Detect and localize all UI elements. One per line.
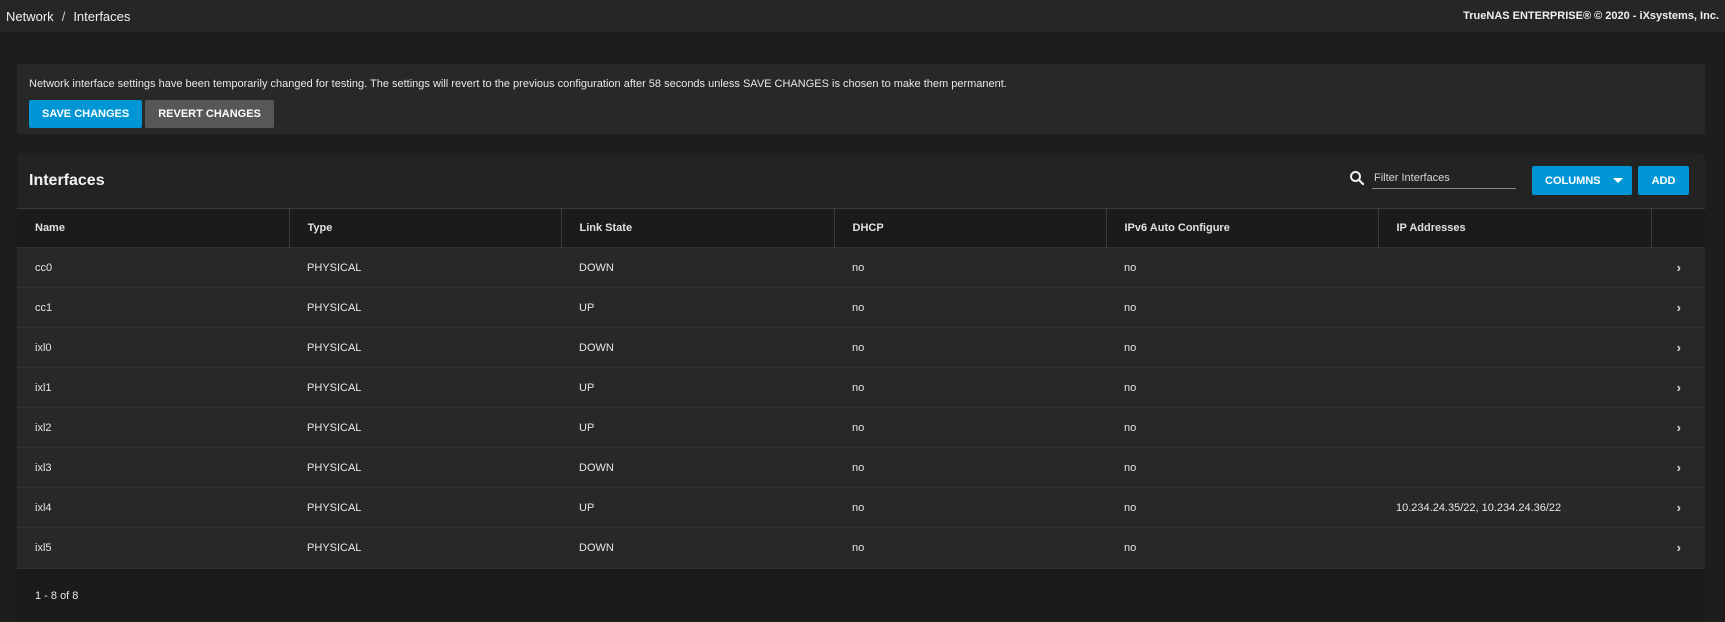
cell-ip-addresses bbox=[1378, 288, 1651, 328]
caret-down-icon bbox=[1613, 178, 1623, 183]
copyright: TrueNAS ENTERPRISE® © 2020 - iXsystems, … bbox=[1463, 10, 1719, 22]
cell-link-state: UP bbox=[579, 421, 595, 434]
pagination-range: 1 - 8 of 8 bbox=[35, 589, 79, 602]
filter bbox=[1348, 167, 1516, 189]
revert-changes-button[interactable]: REVERT CHANGES bbox=[145, 100, 274, 128]
cell-dhcp: no bbox=[852, 341, 865, 354]
cell-ipv6-auto-configure: no bbox=[1124, 501, 1137, 514]
cell-type: PHYSICAL bbox=[307, 341, 362, 354]
cell-ipv6-auto-configure: no bbox=[1124, 421, 1137, 434]
notice-message: Network interface settings have been tem… bbox=[29, 78, 1007, 90]
table-header-row: Name Type Link State DHCP IPv6 Auto Conf… bbox=[17, 208, 1705, 248]
cell-ip-addresses bbox=[1378, 328, 1651, 368]
table-row[interactable]: ixl4 PHYSICAL UP no no 10.234.24.35/22, 10.23… bbox=[17, 487, 1705, 528]
cell-name: ixl4 bbox=[35, 501, 52, 514]
cell-dhcp: no bbox=[852, 421, 865, 434]
cell-ipv6-auto-configure: no bbox=[1124, 541, 1137, 554]
cell-type: PHYSICAL bbox=[307, 261, 362, 274]
cell-ip-addresses bbox=[1378, 408, 1651, 448]
cell-dhcp: no bbox=[852, 501, 865, 514]
breadcrumb-interfaces: Interfaces bbox=[73, 8, 131, 24]
breadcrumb: Network / Interfaces bbox=[6, 9, 130, 24]
cell-link-state: DOWN bbox=[579, 261, 614, 274]
cell-type: PHYSICAL bbox=[307, 541, 362, 554]
cell-name: ixl2 bbox=[35, 421, 52, 434]
cell-dhcp: no bbox=[852, 541, 865, 554]
interfaces-table: Name Type Link State DHCP IPv6 Auto Conf… bbox=[17, 208, 1705, 568]
cell-ip-addresses bbox=[1378, 448, 1651, 488]
cell-ipv6-auto-configure: no bbox=[1124, 461, 1137, 474]
cell-dhcp: no bbox=[852, 381, 865, 394]
cell-ipv6-auto-configure: no bbox=[1124, 341, 1137, 354]
table-row[interactable]: cc1 PHYSICAL UP no no › bbox=[17, 287, 1705, 328]
cell-type: PHYSICAL bbox=[307, 461, 362, 474]
cell-link-state: DOWN bbox=[579, 461, 614, 474]
column-header-link-state[interactable]: Link State bbox=[561, 208, 835, 248]
column-header-dhcp[interactable]: DHCP bbox=[834, 208, 1107, 248]
search-icon bbox=[1350, 171, 1365, 186]
table-footer: 1 - 8 of 8 bbox=[17, 567, 1705, 618]
cell-ip-addresses bbox=[1378, 368, 1651, 408]
cell-ipv6-auto-configure: no bbox=[1124, 301, 1137, 314]
chevron-right-icon[interactable]: › bbox=[1651, 448, 1705, 488]
cell-link-state: UP bbox=[579, 381, 595, 394]
column-header-ipv6-auto-configure[interactable]: IPv6 Auto Configure bbox=[1106, 208, 1379, 248]
table-row[interactable]: ixl5 PHYSICAL DOWN no no › bbox=[17, 527, 1705, 568]
cell-dhcp: no bbox=[852, 261, 865, 274]
cell-dhcp: no bbox=[852, 301, 865, 314]
columns-button[interactable]: COLUMNS bbox=[1532, 166, 1632, 195]
chevron-right-icon[interactable]: › bbox=[1651, 408, 1705, 448]
chevron-right-icon[interactable]: › bbox=[1651, 328, 1705, 368]
cell-link-state: UP bbox=[579, 301, 595, 314]
column-header-type[interactable]: Type bbox=[289, 208, 562, 248]
cell-link-state: UP bbox=[579, 501, 595, 514]
cell-name: cc1 bbox=[35, 301, 53, 314]
cell-type: PHYSICAL bbox=[307, 421, 362, 434]
card-title: Interfaces bbox=[29, 171, 105, 189]
columns-label: COLUMNS bbox=[1545, 174, 1601, 187]
cell-ipv6-auto-configure: no bbox=[1124, 261, 1137, 274]
column-header-expand bbox=[1651, 209, 1705, 248]
table-row[interactable]: ixl2 PHYSICAL UP no no › bbox=[17, 407, 1705, 448]
add-button[interactable]: ADD bbox=[1638, 166, 1689, 195]
column-header-name[interactable]: Name bbox=[17, 208, 290, 248]
cell-link-state: DOWN bbox=[579, 541, 614, 554]
cell-ip-addresses bbox=[1378, 528, 1651, 568]
cell-ip-addresses bbox=[1378, 248, 1651, 288]
table-row[interactable]: ixl0 PHYSICAL DOWN no no › bbox=[17, 327, 1705, 368]
table-row[interactable]: cc0 PHYSICAL DOWN no no › bbox=[17, 247, 1705, 288]
cell-type: PHYSICAL bbox=[307, 301, 362, 314]
table-row[interactable]: ixl3 PHYSICAL DOWN no no › bbox=[17, 447, 1705, 488]
cell-name: ixl5 bbox=[35, 541, 52, 554]
chevron-right-icon[interactable]: › bbox=[1651, 368, 1705, 408]
cell-name: cc0 bbox=[35, 261, 53, 274]
chevron-right-icon[interactable]: › bbox=[1651, 488, 1705, 528]
breadcrumb-separator: / bbox=[61, 8, 66, 24]
cell-name: ixl1 bbox=[35, 381, 52, 394]
interfaces-card: Interfaces COLUMNS ADD Name Type Link St… bbox=[17, 153, 1705, 618]
cell-link-state: DOWN bbox=[579, 341, 614, 354]
filter-interfaces-input[interactable] bbox=[1372, 167, 1516, 189]
chevron-right-icon[interactable]: › bbox=[1651, 288, 1705, 328]
cell-type: PHYSICAL bbox=[307, 501, 362, 514]
column-header-ip-addresses[interactable]: IP Addresses bbox=[1378, 208, 1652, 248]
chevron-right-icon[interactable]: › bbox=[1651, 248, 1705, 288]
top-bar: Network / Interfaces TrueNAS ENTERPRISE®… bbox=[0, 0, 1725, 32]
chevron-right-icon[interactable]: › bbox=[1651, 528, 1705, 568]
cell-type: PHYSICAL bbox=[307, 381, 362, 394]
cell-ipv6-auto-configure: no bbox=[1124, 381, 1137, 394]
table-row[interactable]: ixl1 PHYSICAL UP no no › bbox=[17, 367, 1705, 408]
breadcrumb-network[interactable]: Network bbox=[6, 9, 54, 24]
cell-ip-addresses: 10.234.24.35/22, 10.234.24.36/22 bbox=[1396, 501, 1562, 514]
save-changes-button[interactable]: SAVE CHANGES bbox=[29, 100, 143, 128]
test-changes-notice: Network interface settings have been tem… bbox=[17, 64, 1705, 134]
cell-name: ixl0 bbox=[35, 341, 52, 354]
cell-dhcp: no bbox=[852, 461, 865, 474]
cell-name: ixl3 bbox=[35, 461, 52, 474]
